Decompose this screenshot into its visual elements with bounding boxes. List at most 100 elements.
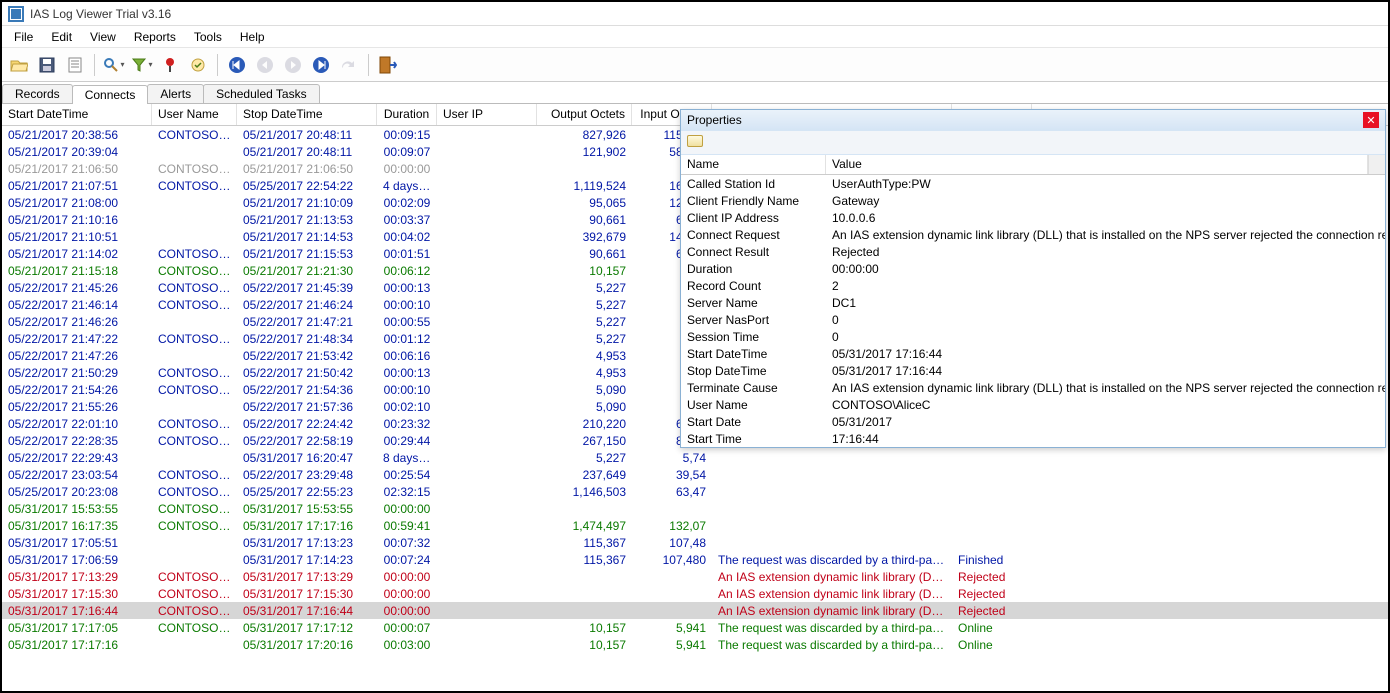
cell-dur: 00:09:15 bbox=[377, 128, 437, 142]
cell-oct: 5,090 bbox=[537, 383, 632, 397]
property-row[interactable]: Server NasPort0 bbox=[681, 311, 1385, 328]
table-row[interactable]: 05/22/2017 23:03:54CONTOSO\AliceC05/22/2… bbox=[2, 466, 1388, 483]
cell-dur: 02:32:15 bbox=[377, 485, 437, 499]
cell-user: CONTOSO\AliceC bbox=[152, 468, 237, 482]
filter-settings-button[interactable] bbox=[187, 54, 209, 76]
cell-dur: 00:03:37 bbox=[377, 213, 437, 227]
pin-button[interactable] bbox=[159, 54, 181, 76]
column-header-user[interactable]: User Name bbox=[152, 104, 237, 125]
exit-button[interactable] bbox=[377, 54, 399, 76]
property-row[interactable]: Connect ResultRejected bbox=[681, 243, 1385, 260]
cell-stop: 05/21/2017 21:06:50 bbox=[237, 162, 377, 176]
cell-user: CONTOSO\AliceC bbox=[152, 604, 237, 618]
property-name: Connect Request bbox=[681, 228, 826, 242]
table-row[interactable]: 05/31/2017 16:17:35CONTOSO\AliceC05/31/2… bbox=[2, 517, 1388, 534]
properties-col-value[interactable]: Value bbox=[826, 155, 1368, 174]
cell-ict: 63,47 bbox=[632, 485, 712, 499]
property-row[interactable]: Terminate CauseAn IAS extension dynamic … bbox=[681, 379, 1385, 396]
table-row[interactable]: 05/31/2017 15:53:55CONTOSO\AliceC05/31/2… bbox=[2, 500, 1388, 517]
grid-area: Start DateTimeUser NameStop DateTimeDura… bbox=[2, 104, 1388, 691]
nav-first-button[interactable] bbox=[226, 54, 248, 76]
cell-dur: 00:04:02 bbox=[377, 230, 437, 244]
tab-alerts[interactable]: Alerts bbox=[147, 84, 204, 103]
column-header-dur[interactable]: Duration bbox=[377, 104, 437, 125]
cell-oct: 1,119,524 bbox=[537, 179, 632, 193]
cell-oct: 5,227 bbox=[537, 451, 632, 465]
table-row[interactable]: 05/31/2017 17:05:5105/31/2017 17:13:2300… bbox=[2, 534, 1388, 551]
menu-reports[interactable]: Reports bbox=[126, 28, 184, 46]
cell-user: CONTOSO\AliceC bbox=[152, 298, 237, 312]
cell-user: CONTOSO\AliceC bbox=[152, 434, 237, 448]
property-row[interactable]: Called Station IdUserAuthType:PW bbox=[681, 175, 1385, 192]
cell-oct: 1,474,497 bbox=[537, 519, 632, 533]
cell-req: An IAS extension dynamic link library (D… bbox=[712, 587, 952, 601]
redo-button[interactable] bbox=[338, 54, 360, 76]
menu-edit[interactable]: Edit bbox=[43, 28, 80, 46]
cell-ict: 107,48 bbox=[632, 536, 712, 550]
property-name: Stop DateTime bbox=[681, 364, 826, 378]
property-value: An IAS extension dynamic link library (D… bbox=[826, 381, 1385, 395]
column-header-start[interactable]: Start DateTime bbox=[2, 104, 152, 125]
table-row[interactable]: 05/31/2017 17:15:30CONTOSO\AliceC05/31/2… bbox=[2, 585, 1388, 602]
column-header-uip[interactable]: User IP bbox=[437, 104, 537, 125]
categorize-icon[interactable] bbox=[687, 135, 703, 147]
scrollbar[interactable] bbox=[1368, 155, 1385, 174]
menu-help[interactable]: Help bbox=[232, 28, 273, 46]
tab-connects[interactable]: Connects bbox=[72, 85, 149, 104]
cell-stop: 05/31/2017 15:53:55 bbox=[237, 502, 377, 516]
property-row[interactable]: Start DateTime05/31/2017 17:16:44 bbox=[681, 345, 1385, 362]
table-row[interactable]: 05/31/2017 17:13:29CONTOSO\AliceC05/31/2… bbox=[2, 568, 1388, 585]
property-row[interactable]: User NameCONTOSO\AliceC bbox=[681, 396, 1385, 413]
properties-body[interactable]: Called Station IdUserAuthType:PWClient F… bbox=[681, 175, 1385, 447]
table-row[interactable]: 05/22/2017 22:29:4305/31/2017 16:20:478 … bbox=[2, 449, 1388, 466]
table-row[interactable]: 05/31/2017 17:17:1605/31/2017 17:20:1600… bbox=[2, 636, 1388, 653]
search-button[interactable] bbox=[103, 54, 125, 76]
cell-start: 05/21/2017 21:07:51 bbox=[2, 179, 152, 193]
nav-last-button[interactable] bbox=[310, 54, 332, 76]
property-row[interactable]: Client Friendly NameGateway bbox=[681, 192, 1385, 209]
save-button[interactable] bbox=[36, 54, 58, 76]
property-row[interactable]: Stop DateTime05/31/2017 17:16:44 bbox=[681, 362, 1385, 379]
open-button[interactable] bbox=[8, 54, 30, 76]
cell-start: 05/22/2017 21:45:26 bbox=[2, 281, 152, 295]
close-icon[interactable]: ✕ bbox=[1363, 112, 1379, 128]
properties-col-name[interactable]: Name bbox=[681, 155, 826, 174]
nav-prev-button[interactable] bbox=[254, 54, 276, 76]
table-row[interactable]: 05/31/2017 17:06:5905/31/2017 17:14:2300… bbox=[2, 551, 1388, 568]
property-value: 17:16:44 bbox=[826, 432, 1385, 446]
property-row[interactable]: Server NameDC1 bbox=[681, 294, 1385, 311]
cell-oct: 90,661 bbox=[537, 247, 632, 261]
cell-dur: 00:00:10 bbox=[377, 383, 437, 397]
property-row[interactable]: Duration00:00:00 bbox=[681, 260, 1385, 277]
cell-user: CONTOSO\AliceC bbox=[152, 502, 237, 516]
cell-start: 05/22/2017 21:50:29 bbox=[2, 366, 152, 380]
cell-stop: 05/22/2017 22:24:42 bbox=[237, 417, 377, 431]
property-row[interactable]: Session Time0 bbox=[681, 328, 1385, 345]
report-button[interactable] bbox=[64, 54, 86, 76]
cell-stop: 05/31/2017 17:17:12 bbox=[237, 621, 377, 635]
property-row[interactable]: Record Count2 bbox=[681, 277, 1385, 294]
cell-dur: 00:01:12 bbox=[377, 332, 437, 346]
property-row[interactable]: Client IP Address10.0.0.6 bbox=[681, 209, 1385, 226]
table-row[interactable]: 05/31/2017 17:16:44CONTOSO\AliceC05/31/2… bbox=[2, 602, 1388, 619]
table-row[interactable]: 05/31/2017 17:17:05CONTOSO\AliceC05/31/2… bbox=[2, 619, 1388, 636]
menu-view[interactable]: View bbox=[82, 28, 124, 46]
tab-records[interactable]: Records bbox=[2, 84, 73, 103]
cell-ict: 5,941 bbox=[632, 638, 712, 652]
nav-next-button[interactable] bbox=[282, 54, 304, 76]
cell-start: 05/31/2017 17:17:16 bbox=[2, 638, 152, 652]
menu-file[interactable]: File bbox=[6, 28, 41, 46]
property-value: 05/31/2017 17:16:44 bbox=[826, 364, 1385, 378]
property-row[interactable]: Start Time17:16:44 bbox=[681, 430, 1385, 447]
table-row[interactable]: 05/25/2017 20:23:08CONTOSO\AliceC05/25/2… bbox=[2, 483, 1388, 500]
properties-titlebar[interactable]: Properties ✕ bbox=[681, 110, 1385, 130]
filter-button[interactable] bbox=[131, 54, 153, 76]
cell-user: CONTOSO\AliceC bbox=[152, 332, 237, 346]
property-row[interactable]: Start Date05/31/2017 bbox=[681, 413, 1385, 430]
tab-scheduled-tasks[interactable]: Scheduled Tasks bbox=[203, 84, 320, 103]
column-header-oct[interactable]: Output Octets bbox=[537, 104, 632, 125]
cell-ict: 5,941 bbox=[632, 621, 712, 635]
property-row[interactable]: Connect RequestAn IAS extension dynamic … bbox=[681, 226, 1385, 243]
menu-tools[interactable]: Tools bbox=[186, 28, 230, 46]
column-header-stop[interactable]: Stop DateTime bbox=[237, 104, 377, 125]
